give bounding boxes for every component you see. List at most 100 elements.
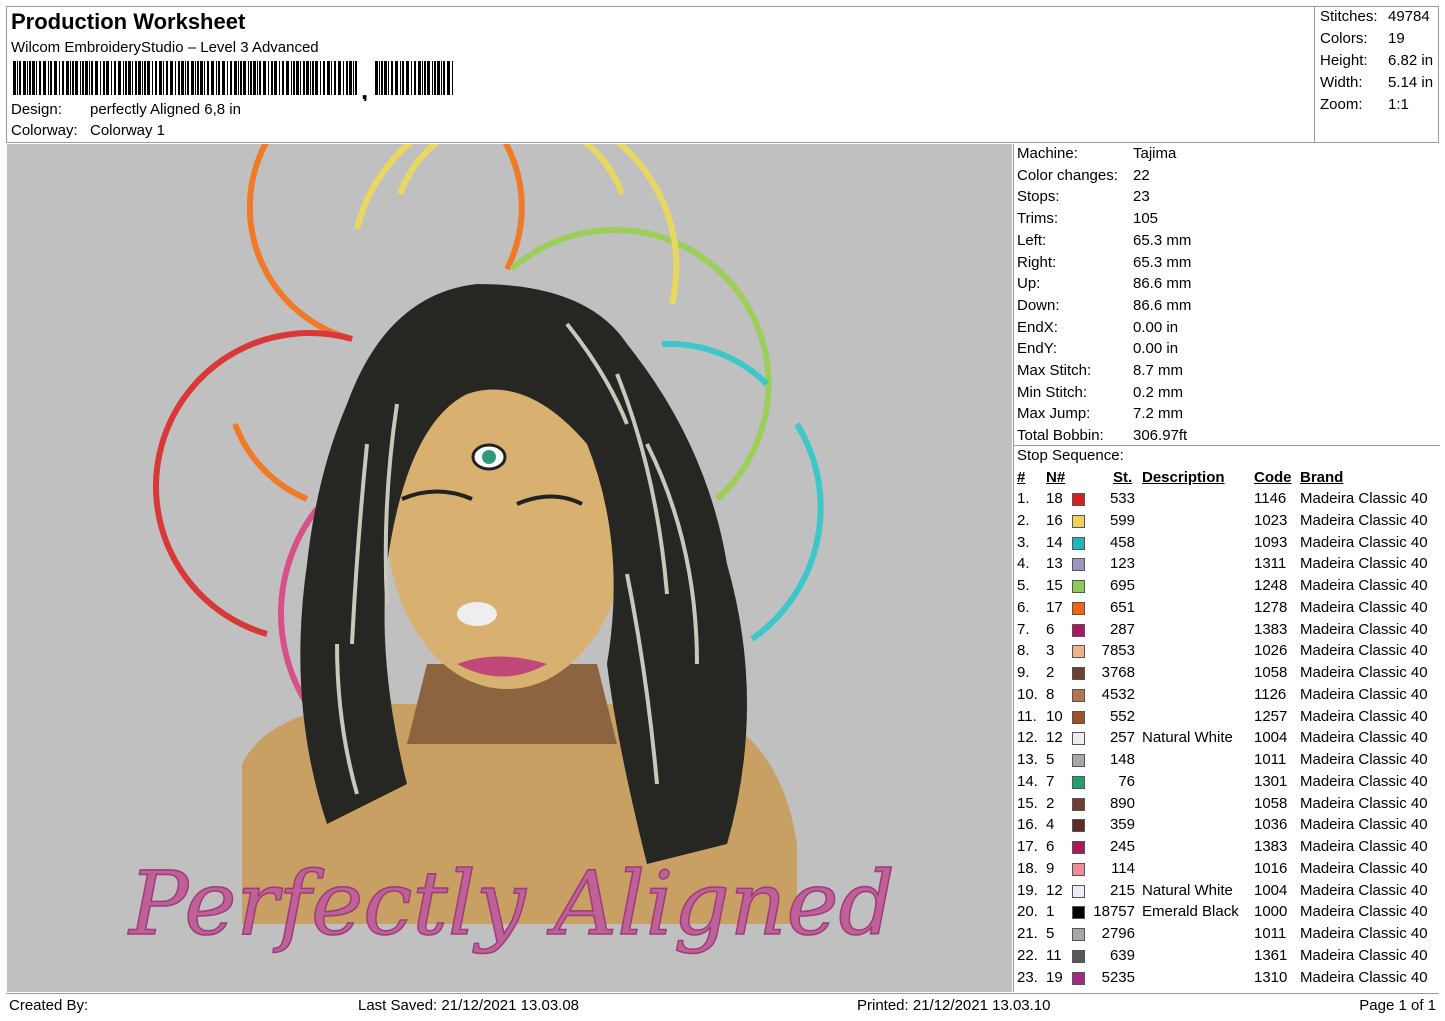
col-header-description: Description	[1142, 469, 1225, 486]
row-description: Emerald Black	[1142, 903, 1239, 921]
machine-info-label: Trims:	[1017, 210, 1059, 228]
machine-info-row: Trims: 105	[1017, 210, 1158, 227]
row-needle: 6	[1046, 838, 1055, 855]
row-index: 22.	[1017, 946, 1038, 964]
table-row: 17. 6 245 1383 Madeira Classic 40	[1014, 838, 1440, 859]
machine-info-row: Color changes: 22	[1017, 167, 1150, 184]
row-brand: Madeira Classic 40	[1300, 816, 1428, 834]
table-row: 21. 5 2796 1011 Madeira Classic 40	[1014, 925, 1440, 946]
colorway-row: Colorway: Colorway 1	[11, 122, 165, 139]
color-swatch	[1072, 732, 1085, 746]
row-needle: 15	[1046, 577, 1063, 594]
row-code: 1146	[1254, 490, 1287, 507]
machine-info-label: Max Stitch:	[1017, 362, 1092, 379]
row-code: 1000	[1254, 903, 1288, 921]
machine-info-value: 23	[1133, 188, 1150, 206]
row-brand: Madeira Classic 40	[1300, 620, 1428, 638]
row-stitches: 245	[1109, 838, 1135, 855]
table-row: 5. 15 695 1248 Madeira Classic 40	[1014, 577, 1440, 598]
machine-info-row: Max Stitch: 8.7 mm	[1017, 362, 1183, 379]
row-index: 1.	[1017, 490, 1030, 507]
row-needle: 18	[1046, 490, 1063, 507]
row-stitches: 4532	[1101, 685, 1135, 703]
machine-info-value: 86.6 mm	[1133, 296, 1192, 314]
row-stitches: 148	[1109, 751, 1135, 768]
machine-info-label: Machine:	[1017, 145, 1078, 162]
machine-info-row: Min Stitch: 0.2 mm	[1017, 384, 1183, 401]
row-index: 20.	[1017, 903, 1038, 921]
table-row: 14. 7 76 1301 Madeira Classic 40	[1014, 773, 1440, 794]
row-code: 1310	[1254, 968, 1288, 986]
row-needle: 2	[1046, 664, 1055, 681]
table-row: 20. 1 18757 Emerald Black 1000 Madeira Classi…	[1014, 903, 1440, 924]
svg-text:,: ,	[361, 75, 368, 101]
row-code: 1093	[1254, 533, 1288, 551]
color-swatch	[1072, 971, 1085, 985]
table-row: 3. 14 458 1093 Madeira Classic 40	[1014, 534, 1440, 555]
row-brand: Madeira Classic 40	[1300, 490, 1428, 507]
table-row: 6. 17 651 1278 Madeira Classic 40	[1014, 599, 1440, 620]
row-index: 16.	[1017, 816, 1038, 834]
machine-info-value: 0.00 in	[1133, 318, 1179, 336]
row-brand: Madeira Classic 40	[1300, 664, 1428, 681]
row-brand: Madeira Classic 40	[1300, 881, 1428, 899]
row-index: 12.	[1017, 729, 1038, 747]
row-stitches: 7853	[1101, 642, 1135, 660]
row-code: 1361	[1254, 946, 1288, 964]
row-brand: Madeira Classic 40	[1300, 751, 1428, 768]
row-index: 2.	[1017, 511, 1030, 529]
printed-date: Printed: 21/12/2021 13.03.10	[857, 997, 1051, 1014]
table-row: 2. 16 599 1023 Madeira Classic 40	[1014, 512, 1440, 533]
row-needle: 12	[1046, 729, 1063, 747]
row-index: 17.	[1017, 838, 1038, 855]
col-header-code: Code	[1254, 469, 1292, 486]
row-brand: Madeira Classic 40	[1300, 729, 1428, 747]
machine-info-row: EndY: 0.00 in	[1017, 340, 1178, 357]
machine-info-value: 65.3 mm	[1133, 231, 1192, 249]
table-row: 9. 2 3768 1058 Madeira Classic 40	[1014, 664, 1440, 685]
table-row: 19. 12 215 Natural White 1004 Madeira Classic…	[1014, 882, 1440, 903]
row-stitches: 215	[1109, 881, 1135, 899]
row-code: 1248	[1254, 577, 1288, 594]
row-code: 1011	[1254, 925, 1287, 942]
color-swatch	[1072, 623, 1085, 637]
machine-info-value: 0.2 mm	[1133, 383, 1184, 401]
table-row: 10. 8 4532 1126 Madeira Classic 40	[1014, 686, 1440, 707]
color-swatch	[1072, 514, 1085, 528]
table-row: 12. 12 257 Natural White 1004 Madeira Classic…	[1014, 729, 1440, 750]
row-code: 1383	[1254, 838, 1288, 855]
machine-info-value: 22	[1133, 166, 1150, 184]
row-stitches: 552	[1109, 707, 1135, 725]
color-swatch	[1072, 884, 1085, 898]
row-code: 1004	[1254, 729, 1288, 747]
row-needle: 9	[1046, 859, 1055, 877]
table-row: 8. 3 7853 1026 Madeira Classic 40	[1014, 642, 1440, 663]
machine-info-value: 65.3 mm	[1133, 253, 1192, 271]
machine-info-panel: Machine: Tajima Color changes: 22 Stops: 23 Tr…	[1013, 144, 1440, 992]
row-code: 1058	[1254, 794, 1288, 812]
row-index: 11.	[1017, 707, 1037, 725]
row-index: 9.	[1017, 664, 1030, 681]
row-stitches: 287	[1109, 620, 1135, 638]
machine-info-label: Left:	[1017, 231, 1047, 249]
color-swatch	[1072, 906, 1085, 920]
machine-info-value: 0.00 in	[1133, 340, 1179, 358]
stat-zoom: Zoom: 1:1	[1320, 96, 1409, 113]
row-stitches: 3768	[1101, 664, 1135, 681]
design-value: perfectly Aligned 6,8 in	[90, 101, 241, 118]
row-brand: Madeira Classic 40	[1300, 903, 1428, 921]
row-code: 1026	[1254, 642, 1288, 660]
row-index: 21.	[1017, 925, 1038, 942]
preview-caption: Perfectly Aligned	[127, 852, 895, 955]
table-row: 15. 2 890 1058 Madeira Classic 40	[1014, 795, 1440, 816]
machine-info-row: Stops: 23	[1017, 188, 1150, 205]
row-stitches: 123	[1109, 555, 1135, 573]
row-code: 1301	[1254, 772, 1288, 790]
embroidery-artwork: Perfectly Aligned	[126, 144, 896, 956]
ring-orange-inner	[232, 422, 309, 502]
ring-cyan	[661, 340, 770, 387]
row-needle: 13	[1046, 555, 1063, 573]
table-row: 1. 18 533 1146 Madeira Classic 40	[1014, 490, 1440, 511]
row-stitches: 890	[1109, 794, 1135, 812]
row-stitches: 114	[1111, 859, 1135, 877]
